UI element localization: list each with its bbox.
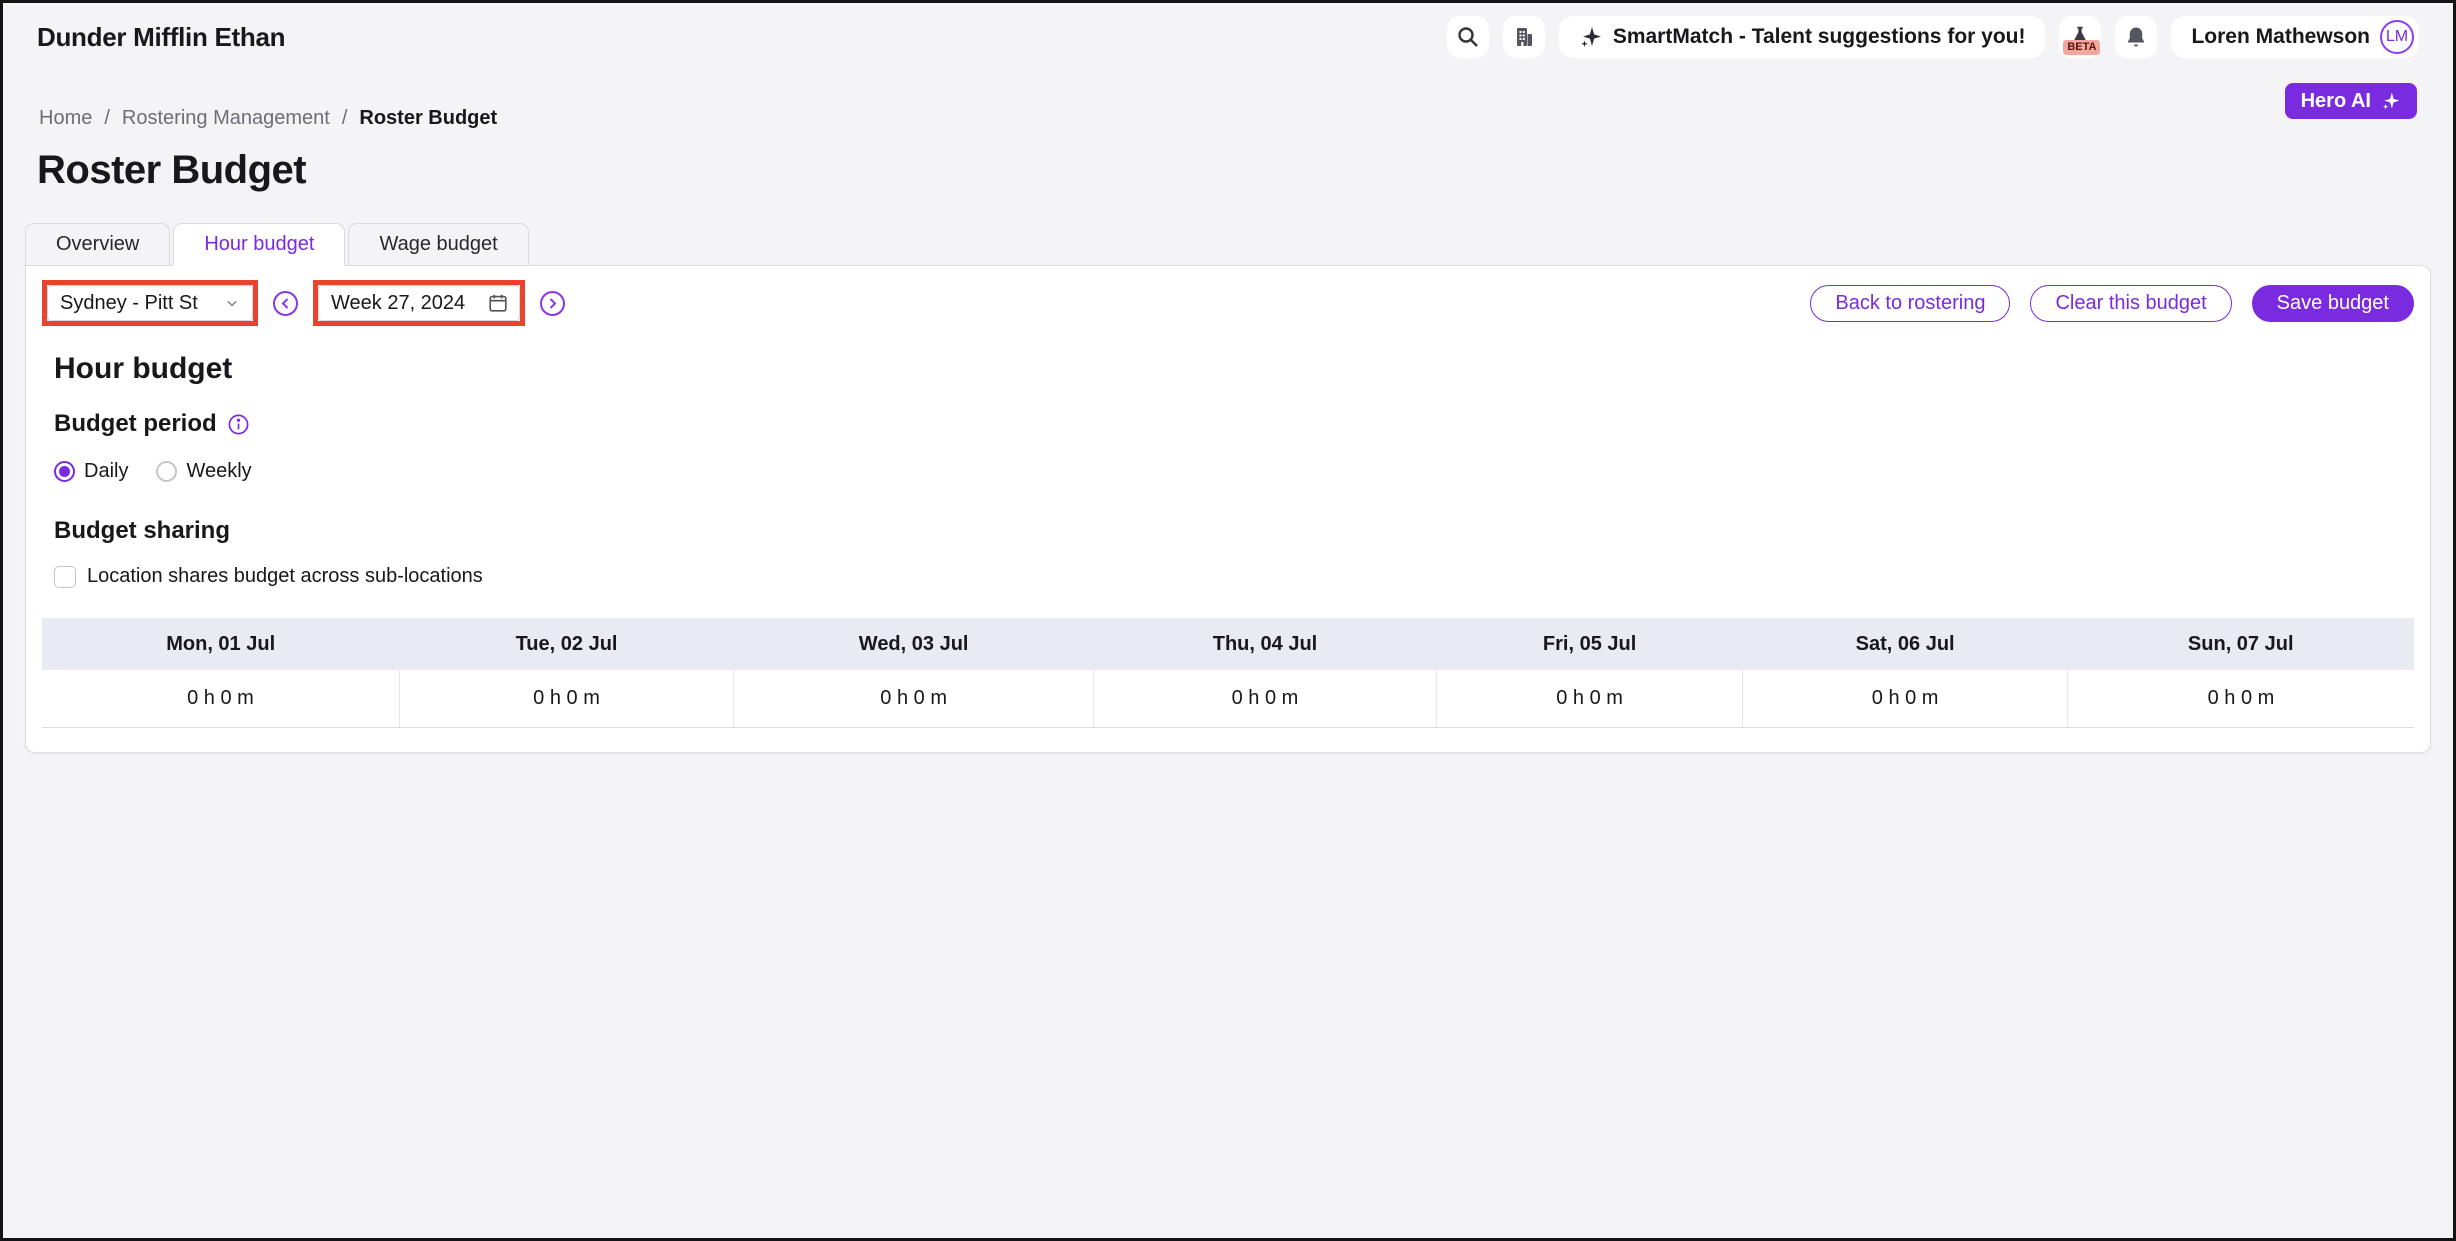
radio-daily[interactable]: Daily <box>54 460 128 483</box>
search-icon <box>1456 25 1480 49</box>
annotation-box-location: Sydney - Pitt St <box>42 280 258 326</box>
topbar-actions: SmartMatch - Talent suggestions for you!… <box>1447 16 2419 58</box>
table-body: 0 h 0 m 0 h 0 m 0 h 0 m 0 h 0 m 0 h 0 m … <box>42 670 2414 727</box>
tab-overview[interactable]: Overview <box>25 223 170 266</box>
hour-budget-heading: Hour budget <box>54 352 2414 386</box>
day-column-header: Thu, 04 Jul <box>1094 618 1437 670</box>
day-column-header: Tue, 02 Jul <box>399 618 733 670</box>
tab-bar: Overview Hour budget Wage budget <box>25 223 2453 266</box>
budget-period-info[interactable] <box>227 413 250 436</box>
back-to-rostering-button[interactable]: Back to rostering <box>1810 285 2010 322</box>
radio-weekly-label: Weekly <box>186 460 251 483</box>
week-picker-value: Week 27, 2024 <box>331 292 465 315</box>
bell-icon <box>2124 25 2148 49</box>
user-name: Loren Mathewson <box>2191 25 2370 49</box>
hour-budget-cell[interactable]: 0 h 0 m <box>1743 670 2068 727</box>
radio-daily-label: Daily <box>84 460 128 483</box>
next-week-button[interactable] <box>539 290 566 317</box>
breadcrumb: Home / Rostering Management / Roster Bud… <box>39 107 2453 130</box>
page-title: Roster Budget <box>37 148 2453 193</box>
hero-ai-label: Hero AI <box>2301 90 2371 113</box>
chevron-left-circle-icon <box>272 290 299 317</box>
day-column-header: Fri, 05 Jul <box>1436 618 1742 670</box>
organisation-button[interactable] <box>1503 16 1545 58</box>
controls-row: Sydney - Pitt St Week 27, 2024 <box>42 280 2414 326</box>
sparkle-icon <box>2381 91 2401 111</box>
hour-budget-cell[interactable]: 0 h 0 m <box>1436 670 1742 727</box>
smartmatch-button[interactable]: SmartMatch - Talent suggestions for you! <box>1559 16 2046 58</box>
tab-wage-budget[interactable]: Wage budget <box>348 223 528 266</box>
day-column-header: Mon, 01 Jul <box>42 618 399 670</box>
hour-budget-table: Mon, 01 Jul Tue, 02 Jul Wed, 03 Jul Thu,… <box>42 618 2414 728</box>
sparkle-icon <box>1579 25 1603 49</box>
chevron-down-icon <box>222 293 242 313</box>
building-icon <box>1512 25 1536 49</box>
controls-left: Sydney - Pitt St Week 27, 2024 <box>42 280 566 326</box>
user-menu-button[interactable]: Loren Mathewson LM <box>2171 16 2419 58</box>
hero-ai-button[interactable]: Hero AI <box>2285 83 2417 119</box>
checkbox-control[interactable] <box>54 566 76 588</box>
company-logo[interactable]: Dunder Mifflin Ethan <box>37 22 285 53</box>
notifications-button[interactable] <box>2115 16 2157 58</box>
save-budget-button[interactable]: Save budget <box>2252 285 2414 322</box>
location-select[interactable]: Sydney - Pitt St <box>47 285 253 321</box>
radio-weekly[interactable]: Weekly <box>156 460 251 483</box>
week-picker-input[interactable]: Week 27, 2024 <box>318 285 520 321</box>
day-column-header: Sat, 06 Jul <box>1743 618 2068 670</box>
budget-period-options: Daily Weekly <box>54 460 2414 483</box>
day-column-header: Sun, 07 Jul <box>2067 618 2414 670</box>
breadcrumb-separator: / <box>342 107 348 130</box>
breadcrumb-rostering-management[interactable]: Rostering Management <box>122 107 330 130</box>
budget-sharing-label: Budget sharing <box>54 517 2414 545</box>
topbar: Dunder Mifflin Ethan SmartMatch - Talent… <box>3 3 2453 65</box>
info-icon <box>227 413 250 436</box>
table-row: 0 h 0 m 0 h 0 m 0 h 0 m 0 h 0 m 0 h 0 m … <box>42 670 2414 727</box>
breadcrumb-separator: / <box>104 107 110 130</box>
table-header-row: Mon, 01 Jul Tue, 02 Jul Wed, 03 Jul Thu,… <box>42 618 2414 670</box>
budget-period-header: Budget period <box>54 410 2414 438</box>
radio-daily-control <box>54 461 75 482</box>
budget-period-label: Budget period <box>54 410 217 438</box>
app-window: { "topbar": { "logo": "Dunder Mifflin Et… <box>0 0 2456 1241</box>
hour-budget-cell[interactable]: 0 h 0 m <box>2067 670 2414 727</box>
beta-badge: BETA <box>2063 40 2100 55</box>
chevron-right-circle-icon <box>539 290 566 317</box>
hour-budget-cell[interactable]: 0 h 0 m <box>42 670 399 727</box>
search-button[interactable] <box>1447 16 1489 58</box>
sub-locations-checkbox-row[interactable]: Location shares budget across sub-locati… <box>54 565 2414 588</box>
day-column-header: Wed, 03 Jul <box>734 618 1094 670</box>
location-select-value: Sydney - Pitt St <box>60 292 198 315</box>
controls-right: Back to rostering Clear this budget Save… <box>1810 285 2414 322</box>
content-card: Sydney - Pitt St Week 27, 2024 <box>25 265 2431 753</box>
hour-budget-cell[interactable]: 0 h 0 m <box>399 670 733 727</box>
annotation-box-week: Week 27, 2024 <box>313 280 525 326</box>
checkbox-label: Location shares budget across sub-locati… <box>87 565 483 588</box>
labs-button[interactable]: BETA <box>2059 16 2101 58</box>
hour-budget-cell[interactable]: 0 h 0 m <box>1094 670 1437 727</box>
tab-hour-budget[interactable]: Hour budget <box>173 223 345 266</box>
smartmatch-label: SmartMatch - Talent suggestions for you! <box>1613 25 2026 49</box>
calendar-icon <box>487 292 509 314</box>
radio-weekly-control <box>156 461 177 482</box>
breadcrumb-home[interactable]: Home <box>39 107 92 130</box>
clear-budget-button[interactable]: Clear this budget <box>2030 285 2231 322</box>
previous-week-button[interactable] <box>272 290 299 317</box>
hour-budget-cell[interactable]: 0 h 0 m <box>734 670 1094 727</box>
breadcrumb-current: Roster Budget <box>359 107 497 130</box>
table-header: Mon, 01 Jul Tue, 02 Jul Wed, 03 Jul Thu,… <box>42 618 2414 670</box>
avatar: LM <box>2380 20 2414 54</box>
